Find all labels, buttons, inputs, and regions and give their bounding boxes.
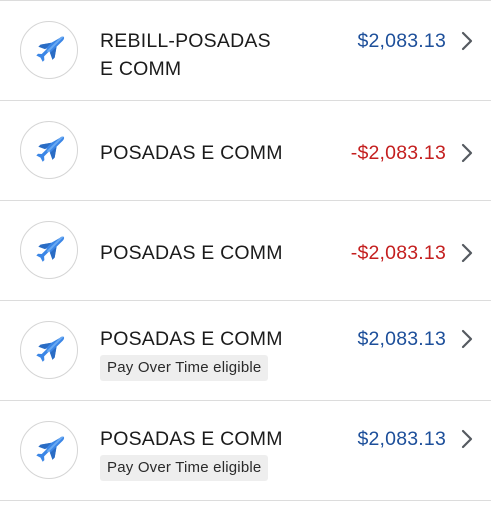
airplane-icon — [32, 133, 66, 167]
airplane-icon — [32, 33, 66, 67]
chevron-right-icon[interactable] — [459, 243, 475, 263]
transaction-amount: $2,083.13 — [357, 30, 446, 52]
transaction-row[interactable]: REBILL-POSADAS E COMM $2,083.13 — [0, 1, 491, 100]
transaction-row[interactable]: POSADAS E COMM Pay Over Time eligible $2… — [0, 401, 491, 500]
merchant-name-line2: E COMM — [100, 58, 182, 80]
transaction-row[interactable]: POSADAS E COMM Pay Over Time eligible $2… — [0, 301, 491, 400]
transaction-amount: $2,083.13 — [357, 428, 446, 450]
merchant-name: POSADAS E COMM — [100, 142, 283, 164]
airplane-icon — [32, 433, 66, 467]
transaction-amount: -$2,083.13 — [350, 142, 446, 164]
merchant-avatar — [20, 121, 78, 179]
merchant-name: REBILL-POSADAS E COMM — [100, 27, 300, 83]
pay-over-time-badge: Pay Over Time eligible — [100, 455, 269, 481]
pay-over-time-badge: Pay Over Time eligible — [100, 355, 269, 381]
merchant-name-line1: REBILL-POSADAS — [100, 30, 271, 52]
chevron-right-icon[interactable] — [459, 329, 475, 349]
merchant-name: POSADAS E COMM — [100, 328, 283, 350]
airplane-icon — [32, 233, 66, 267]
chevron-right-icon[interactable] — [459, 429, 475, 449]
merchant-avatar — [20, 221, 78, 279]
merchant-avatar — [20, 321, 78, 379]
transaction-row[interactable]: POSADAS E COMM -$2,083.13 — [0, 201, 491, 300]
transaction-amount: $2,083.13 — [357, 328, 446, 350]
transaction-list: REBILL-POSADAS E COMM $2,083.13 POSADAS … — [0, 0, 491, 512]
transaction-amount: -$2,083.13 — [350, 242, 446, 264]
merchant-name: POSADAS E COMM — [100, 428, 283, 450]
merchant-name: POSADAS E COMM — [100, 242, 283, 264]
chevron-right-icon[interactable] — [459, 143, 475, 163]
chevron-right-icon[interactable] — [459, 31, 475, 51]
airplane-icon — [32, 333, 66, 367]
transaction-row[interactable]: POSADAS E COMM -$2,083.13 — [0, 101, 491, 200]
merchant-avatar — [20, 21, 78, 79]
divider — [0, 500, 491, 501]
merchant-avatar — [20, 421, 78, 479]
